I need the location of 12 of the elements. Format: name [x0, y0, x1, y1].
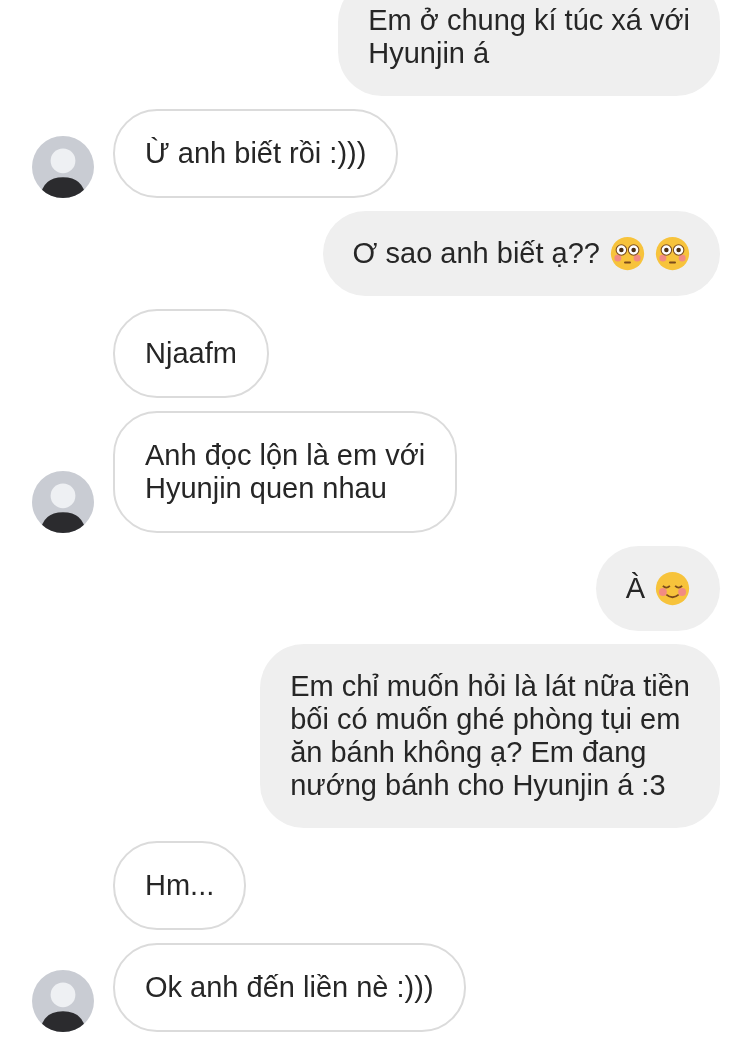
message-text: Em ở chung kí túc xá với Hyunjin á: [368, 4, 690, 70]
message-text: À: [625, 572, 645, 605]
message-text: Hm...: [145, 869, 215, 902]
message-text: Anh đọc lộn là em với Hyunjin quen nhau: [145, 439, 426, 505]
flushed-face-icon: [610, 236, 645, 271]
message-text: Ừ anh biết rồi :))): [145, 137, 367, 170]
message-text: Ơ sao anh biết ạ??: [352, 237, 600, 270]
message-text: Em chỉ muốn hỏi là lát nữa tiền bối có muốn ghé phòng tụi em ăn bánh không ạ? Em đang nướng bánh cho Hyunjin á :3: [290, 670, 690, 802]
flushed-face-icon: [655, 236, 690, 271]
smiling-face-icon: [655, 571, 690, 606]
message-text: Njaafm: [145, 337, 237, 370]
message-text: Ok anh đến liền nè :))): [145, 971, 434, 1004]
